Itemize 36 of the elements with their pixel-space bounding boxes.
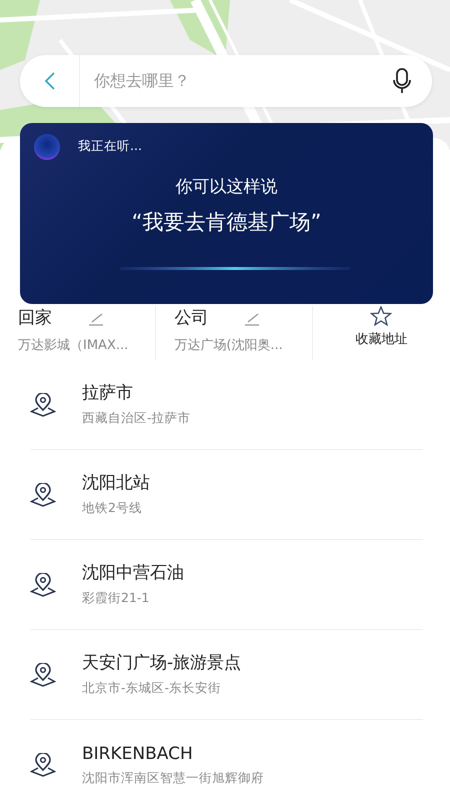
- place-address: 西藏自治区-拉萨市: [82, 408, 191, 427]
- shortcut-label: 公司: [174, 307, 208, 330]
- listening-status: 我正在听...: [78, 137, 142, 155]
- history-item[interactable]: BIRKENBACH 沈阳市浑南区智慧一街旭辉御府: [30, 720, 423, 800]
- history-item[interactable]: 沈阳中营石油 彩霞街21-1: [30, 540, 423, 630]
- place-address: 地铁2号线: [82, 498, 143, 517]
- place-address: 北京市-东城区-东长安街: [82, 678, 222, 697]
- place-name: 沈阳中营石油: [82, 562, 184, 586]
- search-field[interactable]: 你想去哪里？: [80, 68, 372, 94]
- history-item[interactable]: 天安门广场-旅游景点 北京市-东城区-东长安街: [30, 630, 423, 720]
- place-address: 彩霞街21-1: [82, 588, 150, 607]
- voice-orb-icon: [33, 133, 61, 161]
- place-name: 沈阳北站: [82, 472, 150, 496]
- voice-example: “我要去肯德基广场”: [130, 209, 322, 236]
- location-pin-icon: [30, 572, 56, 596]
- place-name: BIRKENBACH: [82, 742, 194, 766]
- microphone-icon: [392, 68, 412, 94]
- place-name: 拉萨市: [82, 382, 134, 406]
- search-bar[interactable]: 你想去哪里？: [20, 55, 432, 107]
- edit-icon[interactable]: [244, 312, 260, 326]
- location-pin-icon: [30, 392, 56, 416]
- location-pin-icon: [30, 662, 56, 686]
- voice-hint: 你可以这样说: [174, 176, 278, 199]
- location-pin-icon: [30, 753, 56, 777]
- star-icon: [370, 306, 392, 326]
- favorites-button[interactable]: 收藏地址: [355, 330, 408, 350]
- location-pin-icon: [30, 482, 56, 506]
- place-name: 天安门广场-旅游景点: [82, 652, 242, 676]
- edit-icon[interactable]: [88, 312, 104, 326]
- shortcut-label: 回家: [18, 307, 52, 330]
- place-address: 沈阳市浑南区智慧一街旭辉御府: [82, 769, 264, 788]
- shortcut-address: 万达广场(沈阳奥...: [174, 336, 284, 354]
- shortcut-address: 万达影城（IMAX...: [18, 336, 130, 354]
- back-icon: [44, 71, 56, 91]
- history-item[interactable]: 拉萨市 西藏自治区-拉萨市: [30, 360, 423, 450]
- history-item[interactable]: 沈阳北站 地铁2号线: [30, 450, 423, 540]
